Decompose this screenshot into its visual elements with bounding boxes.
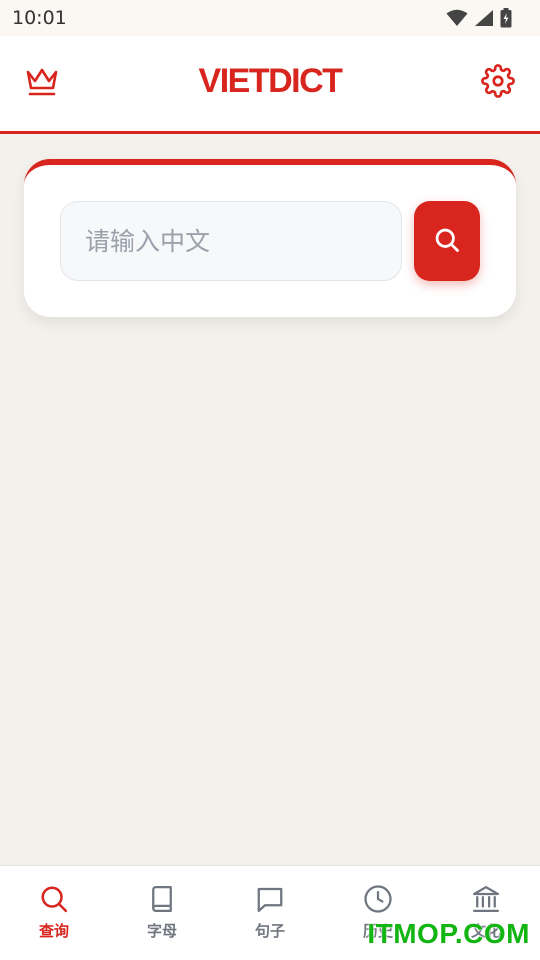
status-icons bbox=[446, 8, 512, 28]
landmark-icon bbox=[471, 884, 501, 914]
nav-label: 字母 bbox=[146, 922, 177, 940]
status-time: 10:01 bbox=[12, 7, 67, 29]
nav-label: 句子 bbox=[254, 922, 285, 940]
search-card bbox=[24, 159, 516, 317]
search-button[interactable] bbox=[414, 201, 480, 281]
book-icon bbox=[147, 884, 177, 914]
app-header: VIETDICT bbox=[0, 36, 540, 134]
nav-item-alphabet[interactable]: 字母 bbox=[108, 866, 216, 960]
watermark: ITMOP.COM bbox=[367, 918, 530, 949]
signal-icon bbox=[474, 9, 494, 27]
search-icon bbox=[39, 884, 69, 914]
chat-icon bbox=[255, 884, 285, 914]
gear-icon bbox=[481, 63, 515, 103]
wifi-icon bbox=[446, 9, 468, 27]
clock-icon bbox=[363, 884, 393, 914]
app-title: VIETDICT bbox=[198, 62, 343, 100]
battery-icon bbox=[500, 8, 512, 28]
nav-item-search[interactable]: 查询 bbox=[0, 866, 108, 960]
search-icon bbox=[433, 226, 461, 257]
status-bar: 10:01 bbox=[0, 0, 540, 36]
settings-button[interactable] bbox=[478, 63, 518, 103]
nav-item-sentences[interactable]: 句子 bbox=[216, 866, 324, 960]
search-input[interactable] bbox=[60, 201, 402, 281]
nav-label: 查询 bbox=[38, 922, 69, 940]
